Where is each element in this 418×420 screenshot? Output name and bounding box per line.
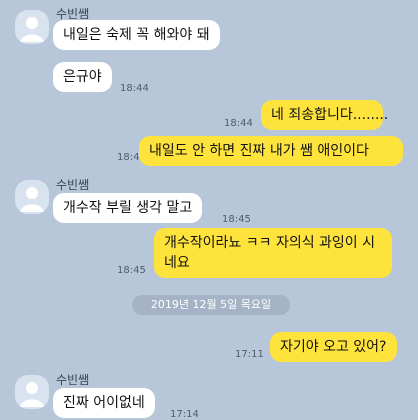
message-bubble[interactable]: 네 죄송합니다........ xyxy=(261,100,388,130)
avatar[interactable] xyxy=(15,10,49,44)
message-bubble[interactable]: 진짜 어이없네 xyxy=(53,388,155,418)
default-profile-icon xyxy=(20,17,44,42)
avatar[interactable] xyxy=(15,375,49,409)
message-bubble[interactable]: 은규야 xyxy=(53,62,112,92)
message-time: 17:14 xyxy=(170,409,199,420)
default-profile-icon xyxy=(20,187,44,212)
message-bubble[interactable]: 개수작 부릴 생각 말고 xyxy=(53,193,203,223)
message-bubble[interactable]: 내일도 안 하면 진짜 내가 쌤 애인이다 xyxy=(139,136,403,166)
message-time: 18:45 xyxy=(117,265,146,276)
chat-room: 수빈쌤 내일은 숙제 꼭 해와야 돼 은규야 18:44 18:44 네 죄송합… xyxy=(0,0,418,420)
message-bubble[interactable]: 자기야 오고 있어? xyxy=(270,332,397,362)
date-divider: 2019년 12월 5일 목요일 xyxy=(132,295,290,315)
message-bubble[interactable]: 개수작이라뇨 ㅋㅋ 자의식 과잉이 시네요 xyxy=(154,228,392,278)
message-time: 17:11 xyxy=(235,349,264,360)
default-profile-icon xyxy=(20,382,44,407)
message-bubble[interactable]: 내일은 숙제 꼭 해와야 돼 xyxy=(53,20,220,50)
message-time: 18:45 xyxy=(222,214,251,225)
avatar[interactable] xyxy=(15,180,49,214)
message-time: 18:44 xyxy=(224,118,253,129)
sender-name: 수빈쌤 xyxy=(56,373,90,387)
message-time: 18:44 xyxy=(120,83,149,94)
sender-name: 수빈쌤 xyxy=(56,178,90,192)
